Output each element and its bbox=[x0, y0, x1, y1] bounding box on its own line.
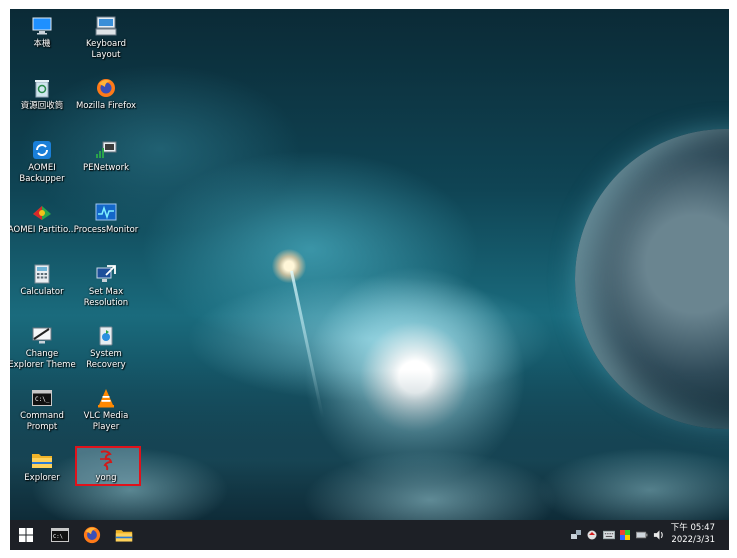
desktop-icon-label: PENetwork bbox=[83, 163, 129, 173]
desktop-icon-label: Change Explorer Theme bbox=[10, 349, 76, 370]
desktop-icon-label: AOMEI Partitio... bbox=[10, 225, 77, 235]
cmd-icon: C:\_ bbox=[31, 387, 53, 409]
volume-tray-icon[interactable] bbox=[653, 528, 665, 542]
desktop-icon-aomei-backupper[interactable]: AOMEI Backupper bbox=[10, 135, 74, 193]
desktop-icon-yong[interactable]: yong bbox=[74, 445, 141, 503]
keyboard-tray-icon[interactable] bbox=[603, 528, 615, 542]
yong-icon bbox=[95, 449, 117, 471]
flare-graphic bbox=[272, 249, 306, 283]
desktop-icon-label: Explorer bbox=[24, 473, 60, 483]
desktop-icon-label: Calculator bbox=[20, 287, 64, 297]
desktop-wallpaper: 本機 資源回收筒 AOMEI Backupper AOMEI Partitio.… bbox=[10, 9, 729, 520]
color-tray-icon[interactable] bbox=[619, 528, 631, 542]
clock-date: 2022/3/31 bbox=[671, 535, 715, 545]
security-tray-icon[interactable] bbox=[586, 528, 598, 542]
battery-tray-icon[interactable] bbox=[636, 528, 648, 542]
clock-time: 下午 05:47 bbox=[670, 523, 715, 533]
desktop-icon-system-recovery[interactable]: System Recovery bbox=[74, 321, 138, 379]
svg-text:C:\_: C:\_ bbox=[35, 396, 50, 403]
desktop-icon-label: 資源回收筒 bbox=[20, 101, 64, 111]
desktop-icon-aomei-partition[interactable]: AOMEI Partitio... bbox=[10, 197, 77, 255]
network-icon bbox=[95, 139, 117, 161]
desktop-icon-recycle-bin[interactable]: 資源回收筒 bbox=[10, 73, 74, 131]
network-tray-icon[interactable] bbox=[570, 528, 582, 542]
desktop-icon-this-pc[interactable]: 本機 bbox=[10, 11, 74, 69]
start-button[interactable] bbox=[14, 524, 38, 546]
folder-icon bbox=[115, 530, 133, 542]
folder-icon bbox=[31, 449, 53, 471]
taskbar: C:\ 下午 05:47 2022/3/31 bbox=[10, 520, 729, 550]
desktop-icon-label: System Recovery bbox=[86, 349, 126, 370]
desktop-icon-set-max-resolution[interactable]: Set Max Resolution bbox=[74, 259, 138, 317]
cmd-icon: C:\ bbox=[51, 528, 69, 542]
desktop-icon-label: VLC Media Player bbox=[83, 411, 129, 432]
keyboard-icon bbox=[95, 15, 117, 37]
firefox-icon bbox=[95, 77, 117, 99]
resolution-icon bbox=[95, 263, 117, 285]
taskbar-explorer-button[interactable] bbox=[112, 524, 136, 546]
desktop-icon-vlc-media-player[interactable]: VLC Media Player bbox=[74, 383, 138, 441]
partition-icon bbox=[31, 201, 53, 223]
recycle-bin-icon bbox=[31, 77, 53, 99]
recovery-icon bbox=[95, 325, 117, 347]
windows-icon bbox=[19, 528, 33, 542]
theme-icon bbox=[31, 325, 53, 347]
desktop-icon-penetwork[interactable]: PENetwork bbox=[74, 135, 138, 193]
desktop-icon-label: 本機 bbox=[33, 39, 51, 49]
desktop-icon-calculator[interactable]: Calculator bbox=[10, 259, 74, 317]
desktop-icon-command-prompt[interactable]: C:\_ Command Prompt bbox=[10, 383, 74, 441]
svg-text:C:\: C:\ bbox=[53, 534, 63, 540]
taskbar-firefox-button[interactable] bbox=[80, 524, 104, 546]
desktop-icon-label: Command Prompt bbox=[20, 411, 64, 432]
desktop-icon-mozilla-firefox[interactable]: Mozilla Firefox bbox=[74, 73, 138, 131]
desktop-icon-label: ProcessMonitor bbox=[73, 225, 139, 235]
desktop-icon-explorer[interactable]: Explorer bbox=[10, 445, 74, 503]
desktop-icon-keyboard-layout[interactable]: Keyboard Layout bbox=[74, 11, 138, 69]
desktop-icon-label: Keyboard Layout bbox=[86, 39, 126, 60]
desktop-icon-label: Mozilla Firefox bbox=[75, 101, 137, 111]
desktop-icon-label: AOMEI Backupper bbox=[19, 163, 65, 184]
desktop-icon-label: yong bbox=[95, 473, 117, 483]
process-monitor-icon bbox=[95, 201, 117, 223]
desktop-icon-processmonitor[interactable]: ProcessMonitor bbox=[74, 197, 138, 255]
vlc-icon bbox=[95, 387, 117, 409]
desktop-icon-label: Set Max Resolution bbox=[83, 287, 129, 308]
monitor-icon bbox=[31, 15, 53, 37]
taskbar-cmd-button[interactable]: C:\ bbox=[48, 524, 72, 546]
desktop-icon-change-explorer-theme[interactable]: Change Explorer Theme bbox=[10, 321, 76, 379]
firefox-icon bbox=[83, 526, 101, 544]
calculator-icon bbox=[31, 263, 53, 285]
backupper-icon bbox=[31, 139, 53, 161]
taskbar-clock[interactable]: 下午 05:47 2022/3/31 bbox=[671, 522, 715, 546]
